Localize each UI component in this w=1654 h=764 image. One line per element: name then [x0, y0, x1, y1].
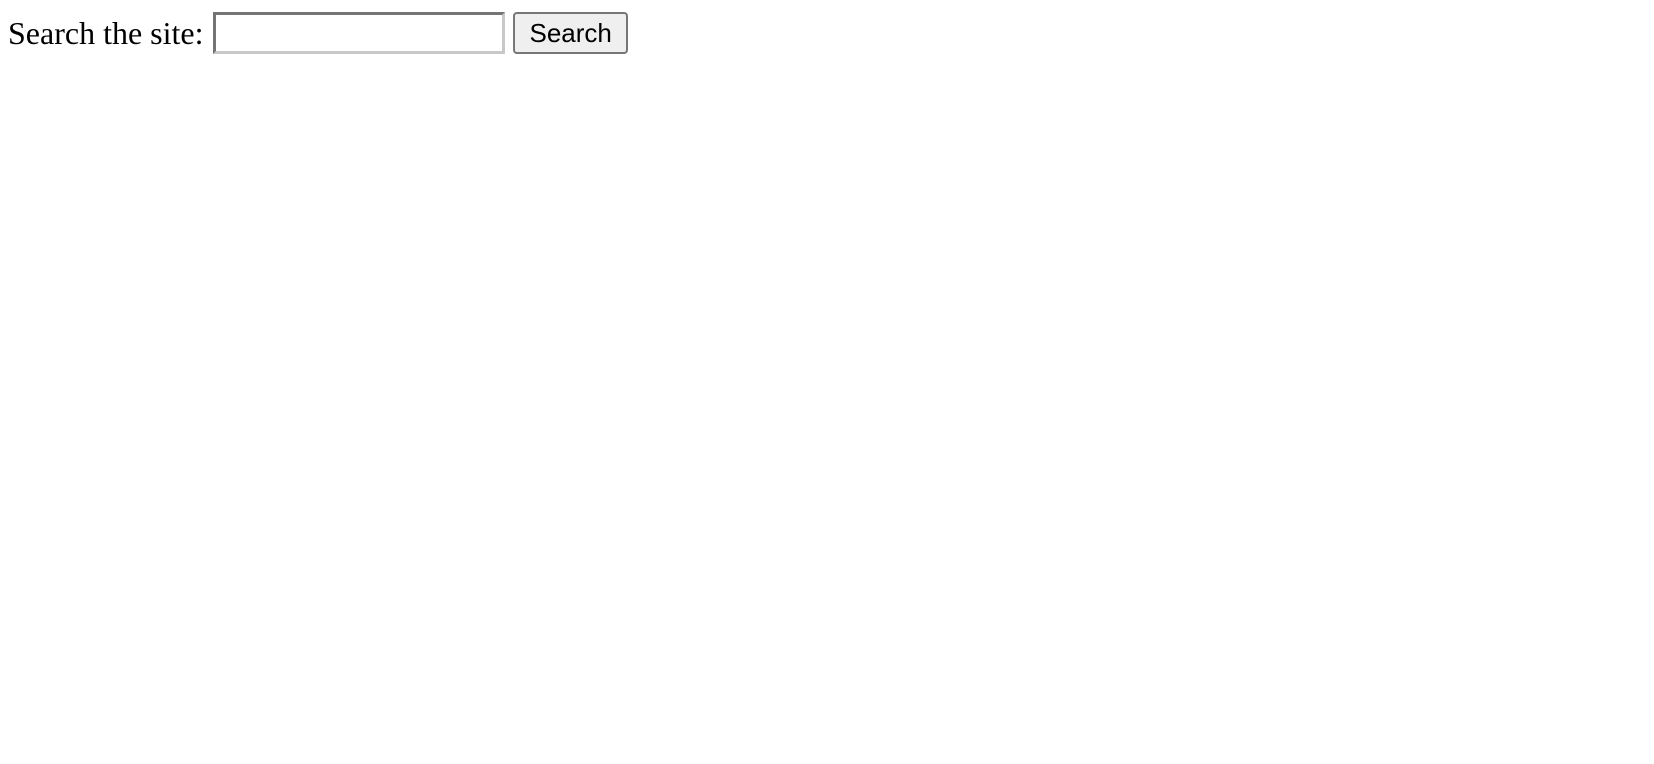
site-search-form: Search the site: Search — [8, 12, 628, 54]
search-input[interactable] — [213, 12, 506, 54]
search-button[interactable]: Search — [513, 12, 628, 54]
search-label: Search the site: — [8, 15, 204, 51]
